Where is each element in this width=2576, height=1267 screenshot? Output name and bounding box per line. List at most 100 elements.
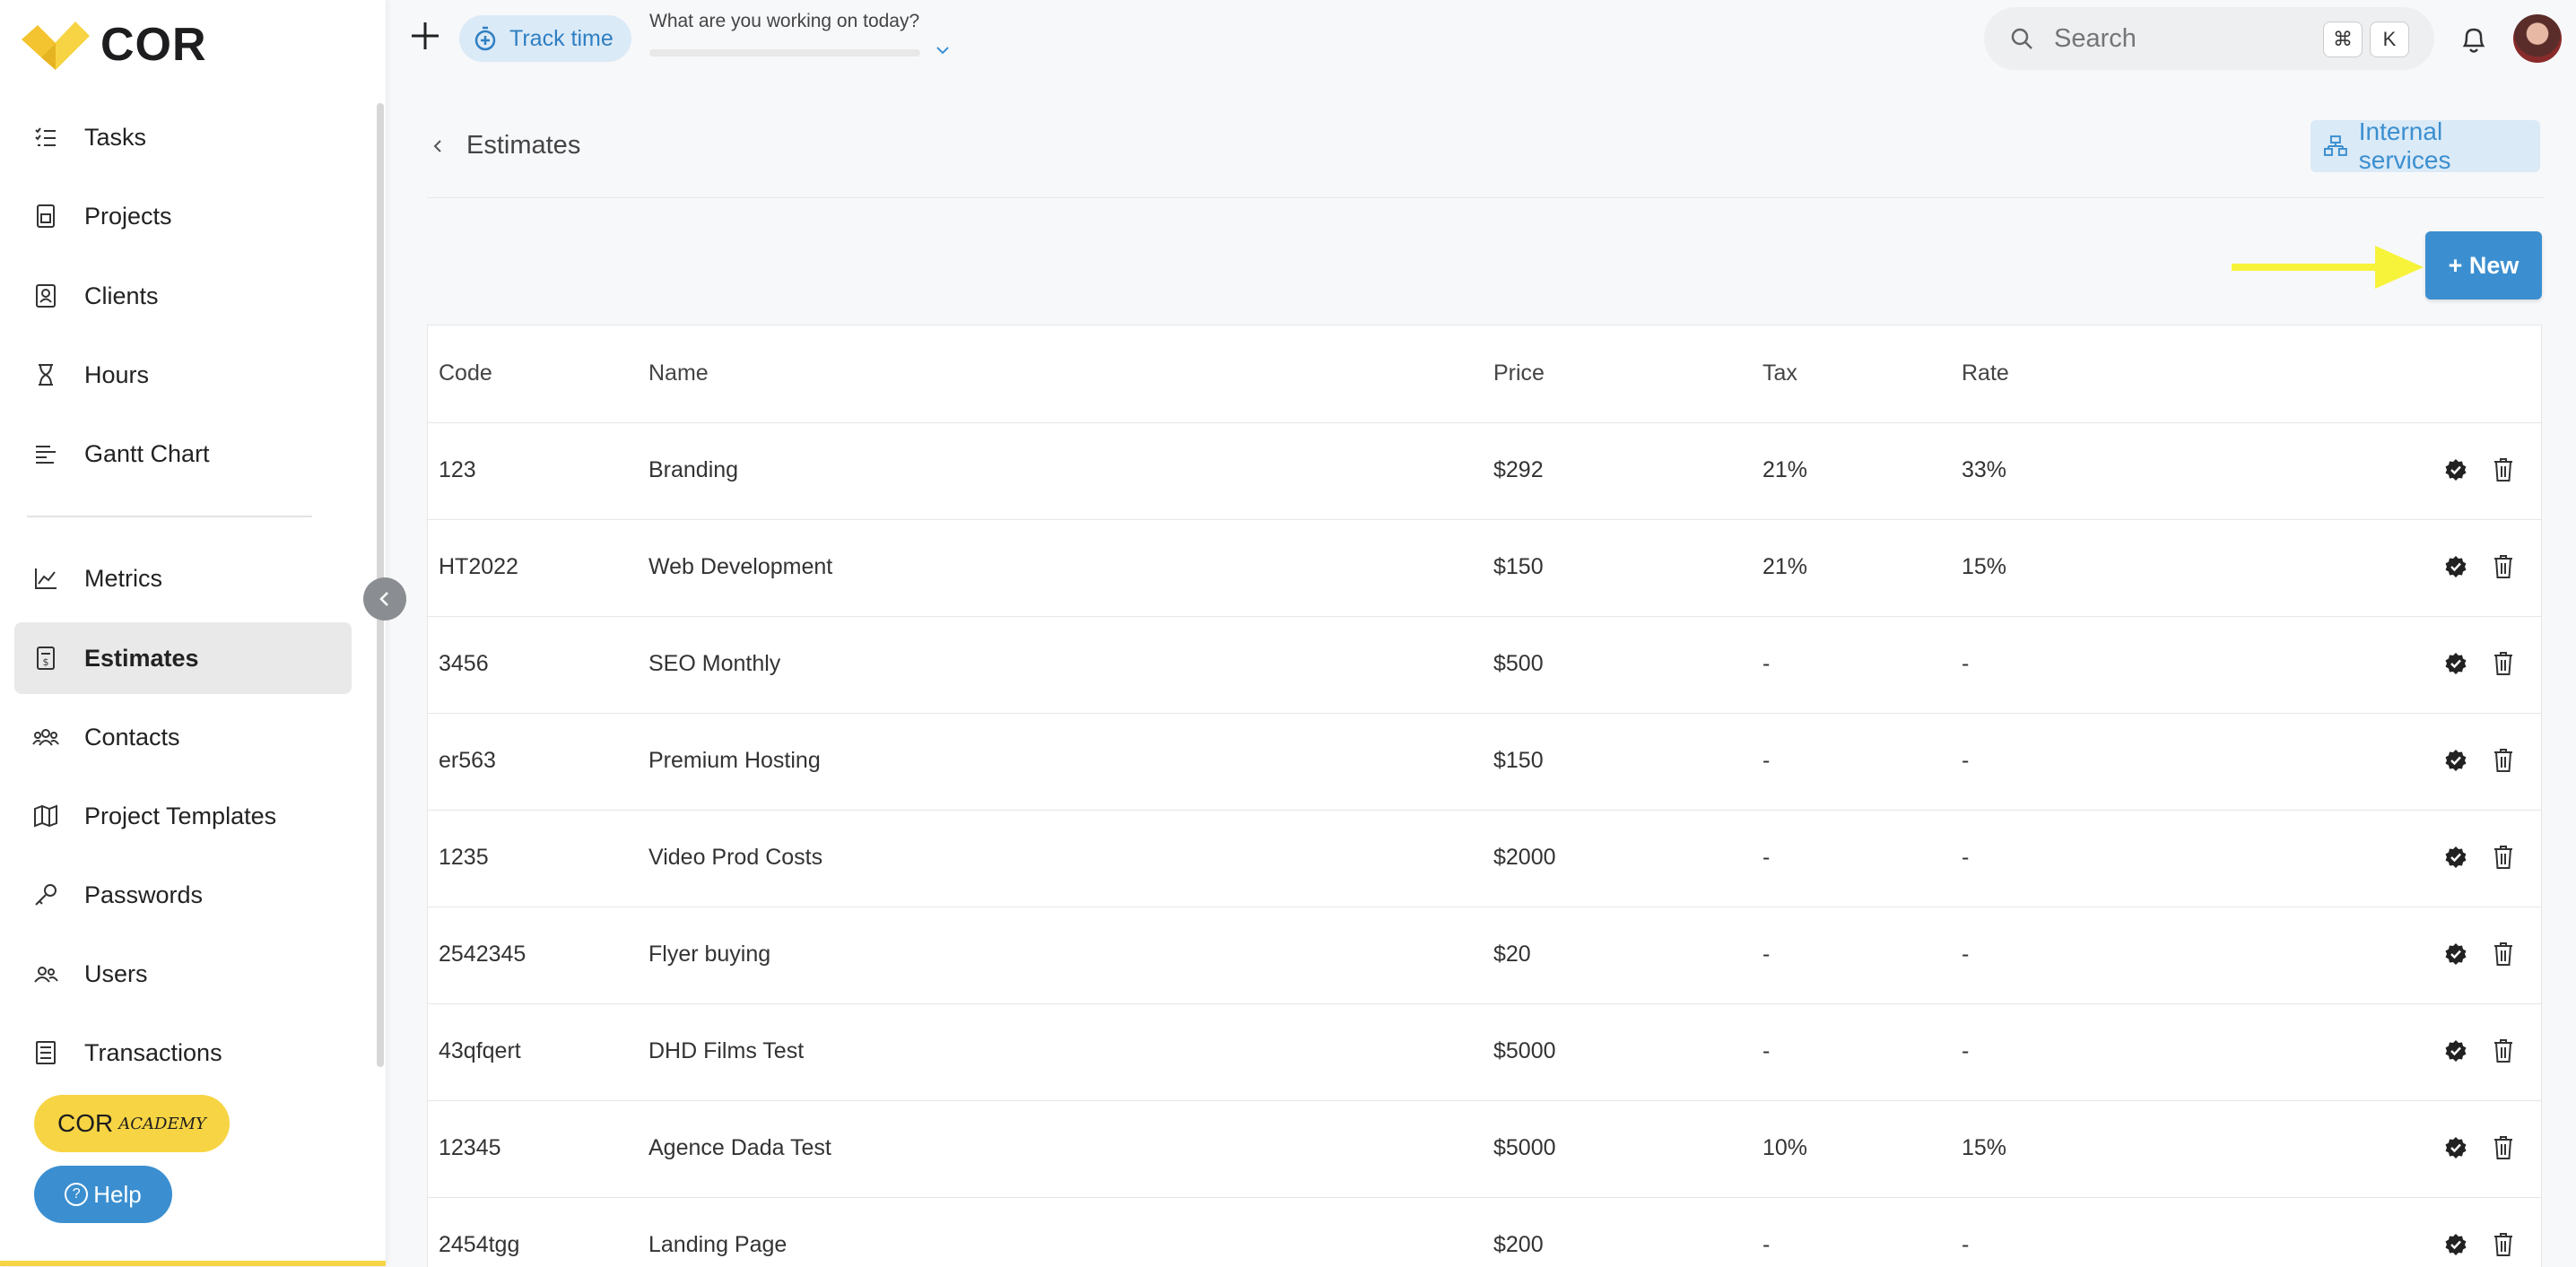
cell-name: Flyer buying	[648, 941, 771, 967]
search-icon	[2011, 28, 2032, 49]
sidebar-item-contacts[interactable]: Contacts	[14, 701, 352, 773]
trash-icon[interactable]	[2493, 1231, 2514, 1258]
sidebar-item-clients[interactable]: Clients	[14, 260, 352, 332]
search-input[interactable]	[2052, 22, 2307, 55]
trash-icon[interactable]	[2493, 747, 2514, 774]
sidebar-item-transactions[interactable]: Transactions	[14, 1017, 352, 1089]
chevron-left-icon[interactable]	[429, 135, 447, 158]
bell-icon[interactable]	[2458, 22, 2490, 56]
working-on-label: What are you working on today?	[649, 11, 920, 31]
page-title: Estimates	[466, 131, 581, 160]
cell-code: 123	[439, 456, 476, 482]
track-time-label: Track time	[509, 25, 614, 51]
sidebar-item-label: Clients	[84, 282, 159, 309]
table-row[interactable]: 43qfqert DHD Films Test $5000 - -	[428, 1003, 2541, 1101]
table-row[interactable]: 123 Branding $292 21% 33%	[428, 422, 2541, 520]
table-row[interactable]: 3456 SEO Monthly $500 - -	[428, 616, 2541, 714]
verified-badge-icon[interactable]	[2444, 846, 2467, 869]
trash-icon[interactable]	[2493, 456, 2514, 483]
column-header-tax[interactable]: Tax	[1762, 325, 1797, 421]
help-icon: ?	[65, 1183, 89, 1206]
cell-price: $292	[1493, 456, 1544, 482]
header-divider	[427, 197, 2544, 198]
sidebar-item-label: Metrics	[84, 564, 162, 592]
cell-rate: -	[1962, 1231, 1970, 1257]
cell-name: SEO Monthly	[648, 650, 781, 676]
verified-badge-icon[interactable]	[2444, 1136, 2467, 1159]
cell-tax: -	[1762, 844, 1771, 870]
verified-badge-icon[interactable]	[2444, 1039, 2467, 1063]
cor-logo-mark-icon	[22, 22, 90, 70]
sidebar-item-label: Contacts	[84, 723, 180, 751]
add-icon[interactable]	[407, 18, 443, 54]
verified-badge-icon[interactable]	[2444, 749, 2467, 772]
cell-rate: -	[1962, 747, 1970, 773]
column-header-rate[interactable]: Rate	[1962, 325, 2009, 421]
cor-logo[interactable]: COR	[20, 16, 207, 74]
sidebar-item-tasks[interactable]: Tasks	[14, 101, 352, 173]
trash-icon[interactable]	[2493, 941, 2514, 968]
stopwatch-icon	[474, 26, 496, 51]
cell-rate: 15%	[1962, 553, 2007, 579]
sidebar-item-label: Transactions	[84, 1038, 222, 1066]
verified-badge-icon[interactable]	[2444, 555, 2467, 578]
cell-name: Web Development	[648, 553, 833, 579]
trash-icon[interactable]	[2493, 1037, 2514, 1064]
cell-price: $200	[1493, 1231, 1544, 1257]
sidebar-divider	[27, 516, 312, 517]
tasks-icon	[35, 127, 56, 146]
new-estimate-button[interactable]: + New	[2425, 231, 2542, 299]
sidebar-item-hours[interactable]: Hours	[14, 339, 352, 411]
cell-tax: -	[1762, 1231, 1771, 1257]
chevron-down-icon[interactable]	[933, 43, 953, 57]
cell-rate: -	[1962, 650, 1970, 676]
trash-icon[interactable]	[2493, 1134, 2514, 1161]
cell-name: DHD Films Test	[648, 1037, 805, 1063]
column-header-name[interactable]: Name	[648, 325, 709, 421]
estimates-icon: $	[37, 647, 55, 670]
cell-rate: 15%	[1962, 1134, 2007, 1160]
sidebar-item-gantt-chart[interactable]: Gantt Chart	[14, 418, 352, 490]
academy-main-label: COR	[57, 1109, 114, 1137]
table-row[interactable]: 2542345 Flyer buying $20 - -	[428, 907, 2541, 1004]
cell-price: $2000	[1493, 844, 1556, 870]
user-avatar[interactable]	[2513, 14, 2562, 63]
trash-icon[interactable]	[2493, 650, 2514, 677]
table-row[interactable]: er563 Premium Hosting $150 - -	[428, 713, 2541, 811]
internal-services-label: Internal services	[2358, 117, 2451, 174]
working-on-input[interactable]	[649, 49, 920, 56]
cell-price: $5000	[1493, 1134, 1556, 1160]
help-label: Help	[93, 1180, 142, 1208]
trash-icon[interactable]	[2493, 844, 2514, 871]
sidebar: COR Tasks Projects Clients Hours Gantt C…	[0, 0, 386, 1266]
sidebar-item-projects[interactable]: Projects	[14, 180, 352, 252]
table-row[interactable]: 1235 Video Prod Costs $2000 - -	[428, 810, 2541, 907]
column-header-price[interactable]: Price	[1493, 325, 1545, 421]
table-row[interactable]: 12345 Agence Dada Test $5000 10% 15%	[428, 1100, 2541, 1198]
sidebar-item-metrics[interactable]: Metrics	[14, 542, 352, 614]
cell-name: Landing Page	[648, 1231, 788, 1257]
internal-services-button[interactable]: Internal services	[2311, 117, 2540, 174]
estimates-table: Code Name Price Tax Rate 123 Branding $2…	[427, 325, 2542, 1267]
collapse-sidebar-button[interactable]	[363, 577, 406, 620]
cell-code: 3456	[439, 650, 489, 676]
sidebar-item-passwords[interactable]: Passwords	[14, 859, 352, 931]
help-button[interactable]: ? Help	[34, 1166, 172, 1223]
sidebar-item-users[interactable]: Users	[14, 938, 352, 1010]
trash-icon[interactable]	[2493, 553, 2514, 580]
verified-badge-icon[interactable]	[2444, 458, 2467, 482]
table-row[interactable]: 2454tgg Landing Page $200 - -	[428, 1197, 2541, 1267]
sidebar-item-estimates[interactable]: $ Estimates	[14, 622, 352, 694]
table-row[interactable]: HT2022 Web Development $150 21% 15%	[428, 519, 2541, 617]
cell-name: Branding	[648, 456, 739, 482]
verified-badge-icon[interactable]	[2444, 652, 2467, 675]
cor-academy-button[interactable]: COR ACADEMY	[34, 1095, 230, 1152]
search-box[interactable]: ⌘ K	[1984, 7, 2434, 70]
verified-badge-icon[interactable]	[2444, 1233, 2467, 1256]
sidebar-item-project-templates[interactable]: Project Templates	[14, 780, 352, 852]
track-time-button[interactable]: Track time	[459, 15, 631, 62]
cell-rate: -	[1962, 941, 1970, 967]
shortcut-cmd-key: ⌘	[2323, 22, 2363, 57]
column-header-code[interactable]: Code	[439, 325, 492, 421]
verified-badge-icon[interactable]	[2444, 942, 2467, 966]
